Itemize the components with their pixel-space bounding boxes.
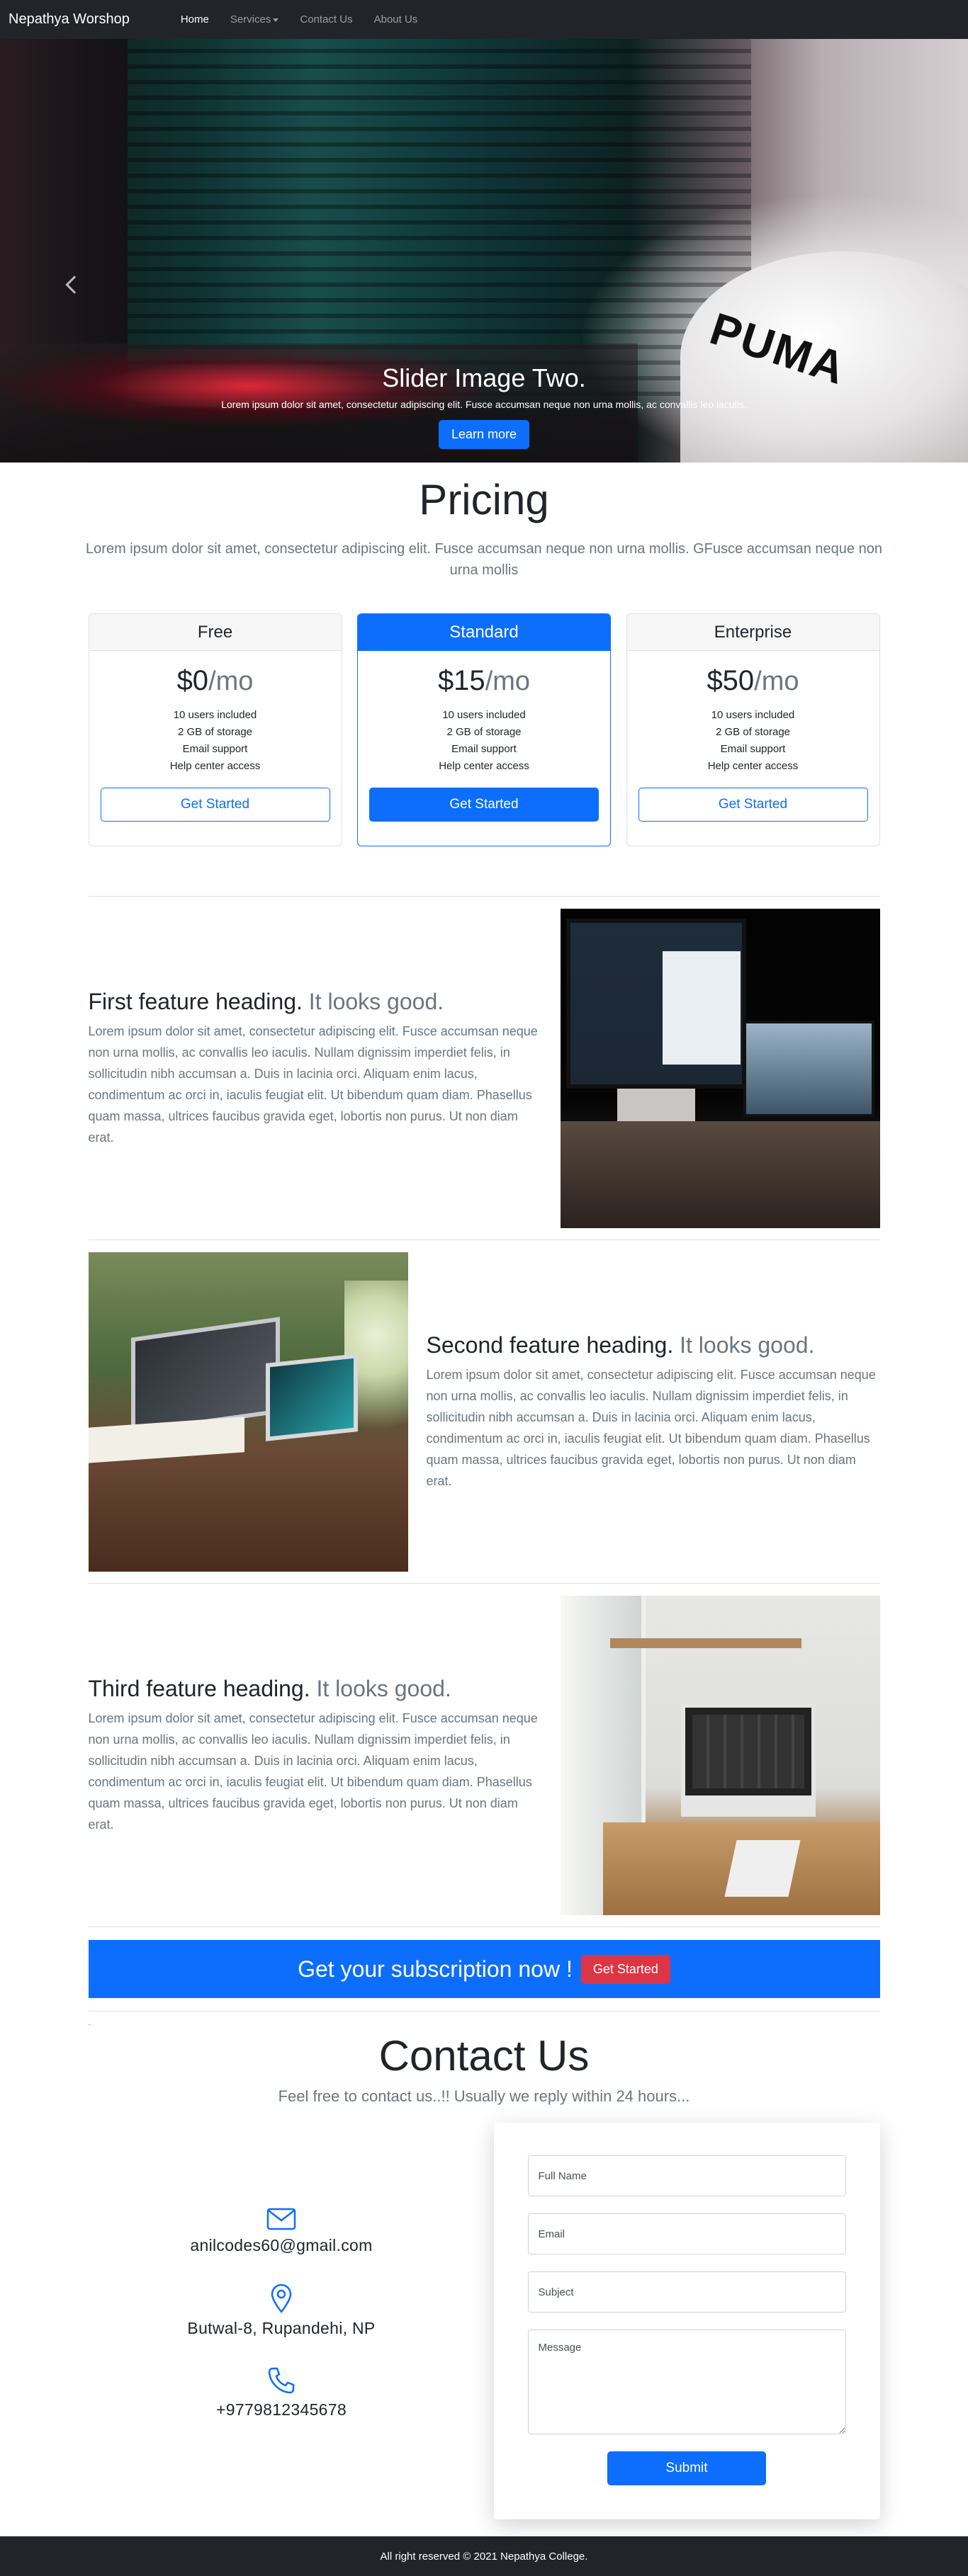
get-started-button-free[interactable]: Get Started <box>100 788 330 822</box>
nav-services-dropdown[interactable]: Services <box>230 8 279 31</box>
pricing-section: Pricing Lorem ipsum dolor sit amet, cons… <box>0 463 968 846</box>
contact-phone: +9779812345678 <box>89 2366 475 2419</box>
carousel-prev-icon[interactable] <box>65 276 84 294</box>
plan-name: Enterprise <box>626 614 879 651</box>
subscribe-section: Get your subscription now ! Get Started <box>88 1927 880 2012</box>
pricing-cards: Free $0/mo 10 users included 2 GB of sto… <box>88 613 880 846</box>
nav-about[interactable]: About Us <box>374 8 418 31</box>
plan-feature: Help center access <box>707 760 799 772</box>
carousel-title: Slider Image Two. <box>382 363 586 392</box>
plan-feature: 2 GB of storage <box>715 726 791 738</box>
plan-feature: 10 users included <box>711 709 795 721</box>
subject-input[interactable] <box>527 2271 846 2313</box>
feature-image-laptops-table <box>88 1252 408 1572</box>
subscribe-banner: Get your subscription now ! Get Started <box>88 1940 880 1998</box>
feature-heading: Third feature heading. It looks good. <box>88 1675 451 1701</box>
feature-text: Lorem ipsum dolor sit amet, consectetur … <box>426 1367 876 1488</box>
map-pin-icon <box>271 2283 292 2313</box>
nav-home[interactable]: Home <box>181 8 209 31</box>
feature-image-imac-desk <box>560 908 880 1228</box>
plan-features: 10 users included 2 GB of storage Email … <box>369 707 599 775</box>
feature-2: Second feature heading. It looks good. L… <box>88 1240 880 1583</box>
nav-contact[interactable]: Contact Us <box>300 8 352 31</box>
plan-price: $15/mo <box>437 665 531 696</box>
contact-address-value: Butwal-8, Rupandehi, NP <box>187 2319 376 2337</box>
contact-info: anilcodes60@gmail.com Butwal-8, Rupandeh… <box>89 2123 475 2448</box>
subscribe-text: Get your subscription now ! <box>298 1956 573 1982</box>
feature-heading: Second feature heading. It looks good. <box>426 1332 815 1358</box>
contact-address: Butwal-8, Rupandehi, NP <box>89 2283 475 2338</box>
footer: All right reserved © 2021 Nepathya Colle… <box>0 2536 968 2576</box>
brand-logo[interactable]: Nepathya Worshop <box>9 11 130 28</box>
plan-feature: Email support <box>720 743 786 755</box>
plan-feature: 2 GB of storage <box>446 726 522 738</box>
message-textarea[interactable] <box>527 2330 846 2434</box>
pricing-title: Pricing <box>419 476 549 523</box>
feature-text: Lorem ipsum dolor sit amet, consectetur … <box>88 1710 538 1832</box>
stray-dot: . <box>88 2017 91 2027</box>
plan-price: $0/mo <box>176 665 254 696</box>
feature-3: Third feature heading. It looks good. Lo… <box>89 1584 880 1927</box>
learn-more-button[interactable]: Learn more <box>438 420 530 449</box>
carousel-text: Lorem ipsum dolor sit amet, consectetur … <box>221 399 747 410</box>
plan-feature: Email support <box>182 743 248 755</box>
get-started-button-enterprise[interactable]: Get Started <box>638 788 868 822</box>
plan-feature: Help center access <box>169 760 261 772</box>
feature-image-imac-window <box>560 1595 880 1915</box>
footer-text: All right reserved © 2021 Nepathya Colle… <box>380 2550 588 2563</box>
caret-down-icon <box>273 18 279 22</box>
contact-title: Contact Us <box>378 2032 590 2079</box>
plan-feature: 2 GB of storage <box>177 726 253 738</box>
phone-icon <box>268 2367 295 2394</box>
pricing-lead: Lorem ipsum dolor sit amet, consectetur … <box>86 541 882 578</box>
envelope-icon <box>266 2208 296 2230</box>
plan-features: 10 users included 2 GB of storage Email … <box>101 707 330 775</box>
full-name-input[interactable] <box>527 2155 846 2196</box>
plan-feature: Help center access <box>439 760 529 772</box>
plan-name: Standard <box>358 614 610 651</box>
navbar: Nepathya Worshop Home Services Contact U… <box>0 0 968 39</box>
contact-phone-value[interactable]: +9779812345678 <box>89 2400 475 2419</box>
plan-features: 10 users included 2 GB of storage Email … <box>638 707 868 775</box>
submit-button[interactable]: Submit <box>607 2451 766 2485</box>
feature-text: Lorem ipsum dolor sit amet, consectetur … <box>88 1023 538 1145</box>
contact-lead: Feel free to contact us..!! Usually we r… <box>278 2087 690 2105</box>
subscribe-get-started-button[interactable]: Get Started <box>580 1954 670 1984</box>
nav-services-label: Services <box>230 13 271 25</box>
pricing-card-enterprise: Enterprise $50/mo 10 users included 2 GB… <box>626 613 880 846</box>
plan-feature: 10 users included <box>442 709 526 721</box>
feature-heading: First feature heading. It looks good. <box>88 988 444 1014</box>
contact-email: anilcodes60@gmail.com <box>89 2208 475 2255</box>
email-input[interactable] <box>527 2213 846 2254</box>
plan-price: $50/mo <box>707 665 799 696</box>
plan-feature: Email support <box>451 743 517 755</box>
plan-feature: 10 users included <box>173 709 257 721</box>
hero-carousel: PUMA Slider Image Two. Lorem ipsum dolor… <box>0 39 968 463</box>
carousel-caption: Slider Image Two. Lorem ipsum dolor sit … <box>0 363 968 449</box>
get-started-button-standard[interactable]: Get Started <box>369 788 599 822</box>
feature-1: First feature heading. It looks good. Lo… <box>89 897 880 1239</box>
contact-section: Contact Us Feel free to contact us..!! U… <box>0 2027 968 2519</box>
contact-form: Submit <box>493 2123 880 2519</box>
pricing-card-standard: Standard $15/mo 10 users included 2 GB o… <box>357 613 611 846</box>
plan-name: Free <box>89 614 342 651</box>
contact-email-value[interactable]: anilcodes60@gmail.com <box>89 2236 475 2255</box>
pricing-card-free: Free $0/mo 10 users included 2 GB of sto… <box>88 613 342 846</box>
